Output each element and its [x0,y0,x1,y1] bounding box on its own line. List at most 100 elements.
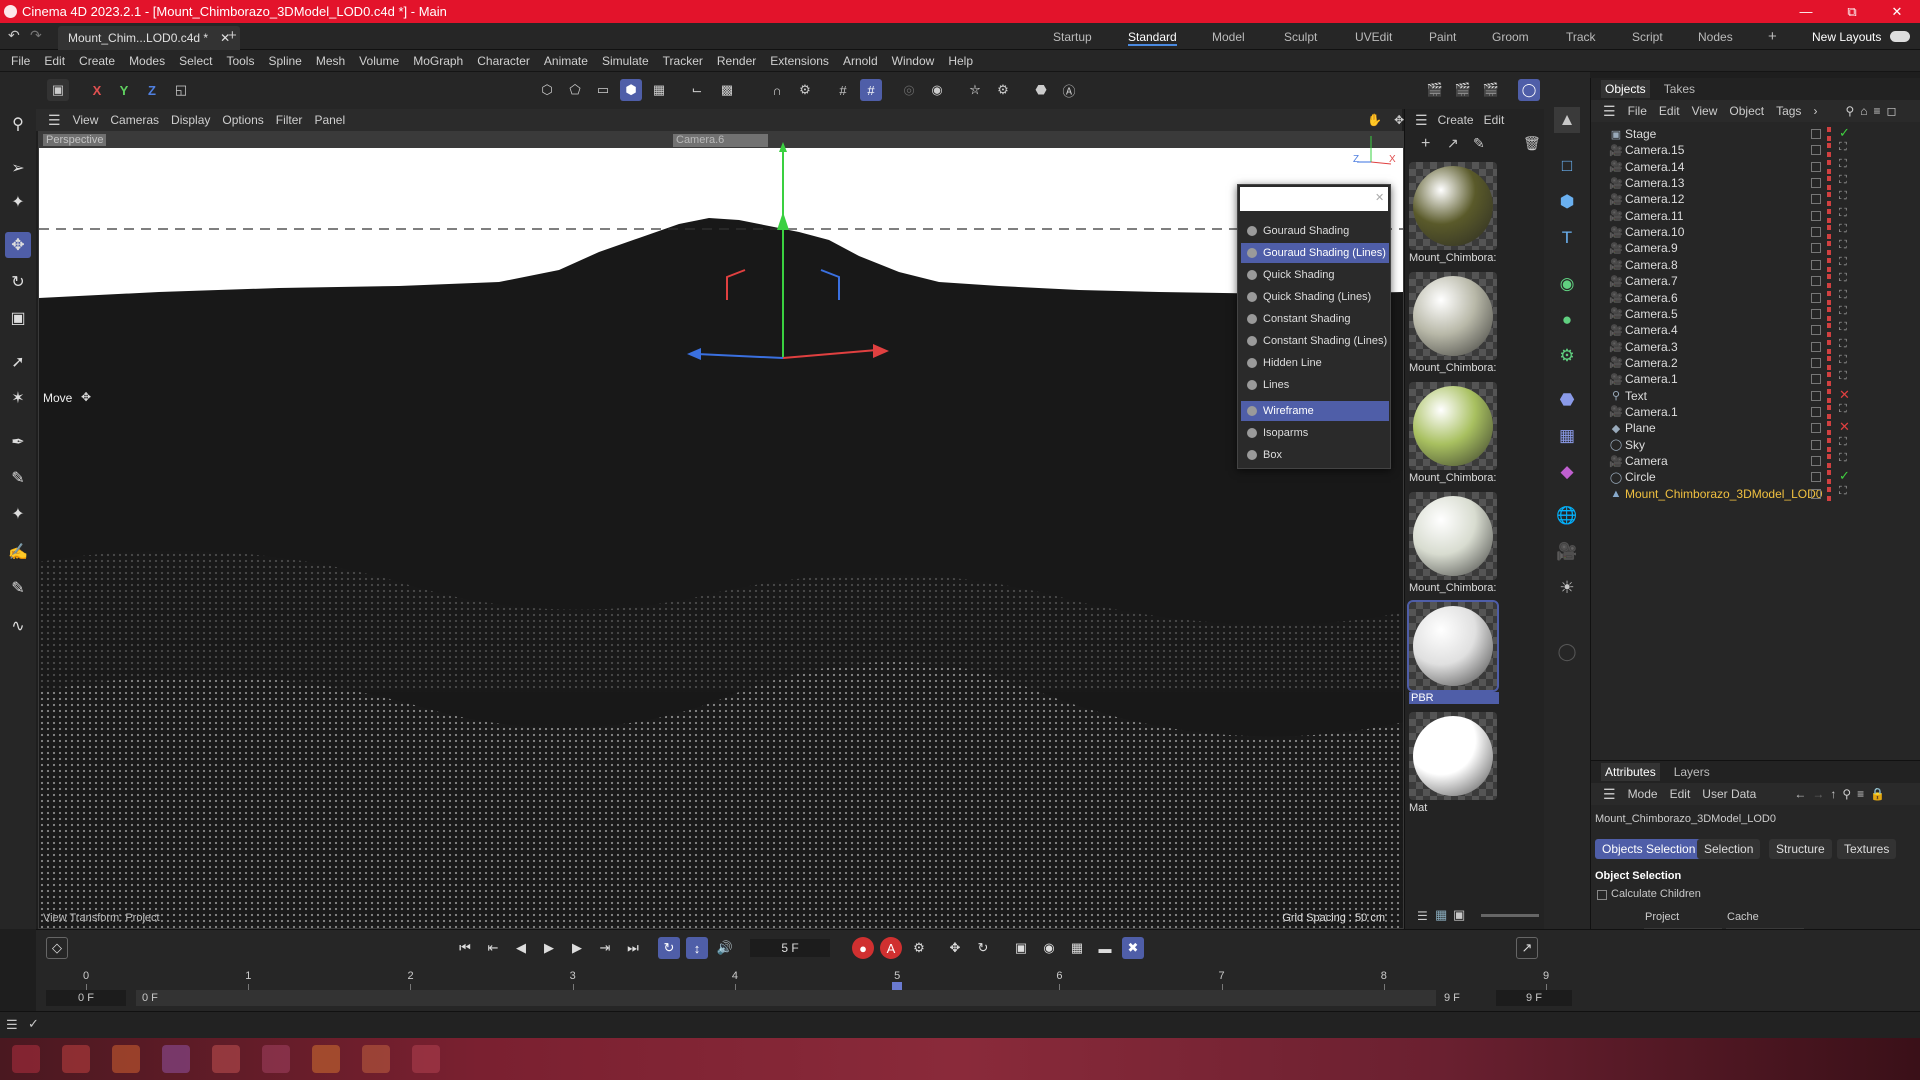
layout-standard[interactable]: Standard [1128,28,1177,46]
chevron-right-icon[interactable]: › [1813,104,1817,118]
menu-tools[interactable]: Tools [223,54,257,68]
visibility-dots[interactable] [1827,355,1831,370]
edit-render-settings-icon[interactable]: 🎬 [1480,79,1502,101]
layer-toggle[interactable] [1811,276,1821,287]
spline-tools-icon[interactable]: ✦ [5,501,31,527]
protection-tag-icon[interactable]: ⛶ [1839,338,1847,351]
viewport-pan-icon[interactable]: ✋ [1367,113,1382,127]
range-icon[interactable]: ↕ [686,937,708,959]
new-layouts-toggle[interactable] [1890,31,1910,42]
shading-quick[interactable]: Quick Shading [1241,265,1389,285]
shading-search-field[interactable] [1240,187,1388,211]
layer-toggle[interactable] [1811,129,1821,139]
visibility-dots[interactable] [1827,159,1831,174]
material-item[interactable]: Mat [1409,712,1499,814]
sound-icon[interactable]: 🔊 [714,937,736,959]
apply-material-icon[interactable]: ↗ [1447,135,1459,152]
attribute-filter-icon[interactable]: ≡ [1857,787,1864,801]
visibility-dots[interactable] [1827,388,1831,403]
layer-toggle[interactable] [1811,210,1821,221]
large-view-icon[interactable]: ▣ [1453,907,1465,923]
attribute-menu-mode[interactable]: Mode [1628,787,1658,801]
layer-toggle[interactable] [1811,161,1821,172]
material-menu-create[interactable]: Create [1438,113,1474,127]
taskbar-app-icon[interactable] [262,1045,290,1073]
cube-object-icon[interactable]: ⬢ [1554,189,1580,215]
layer-toggle[interactable] [1811,243,1821,254]
taskbar-app-icon[interactable] [162,1045,190,1073]
preview-size-slider[interactable] [1481,914,1539,917]
taskbar-app-icon[interactable] [212,1045,240,1073]
spline-smooth-icon[interactable]: ∿ [5,613,31,639]
live-selection-icon[interactable]: ➢ [5,155,31,181]
coordinate-system-icon[interactable]: ◱ [170,79,192,101]
render-view-icon[interactable]: ◎ [898,79,920,101]
disabled-x-icon[interactable]: ✕ [1839,419,1850,435]
edges-mode-icon[interactable]: ⬠ [564,79,586,101]
protection-tag-icon[interactable]: ⛶ [1839,256,1847,269]
next-frame-icon[interactable]: ▶ [566,937,588,959]
viewport-perspective[interactable]: Perspective Camera.6 Z X Move ✥ View Tra… [38,131,1404,929]
layer-toggle[interactable] [1811,341,1821,352]
protection-tag-icon[interactable]: ⛶ [1839,289,1847,302]
viewport-menu-panel[interactable]: Panel [314,113,345,127]
render-settings-icon[interactable]: ◉ [926,79,948,101]
list-view-icon[interactable]: ☰ [1417,909,1428,923]
visibility-dots[interactable] [1827,225,1831,240]
layer-toggle[interactable] [1811,325,1821,336]
protection-tag-icon[interactable]: ⛶ [1839,174,1847,187]
visibility-dots[interactable] [1827,192,1831,207]
layer-toggle[interactable] [1811,488,1821,499]
viewport-hamburger-icon[interactable]: ☰ [48,112,61,129]
enabled-check-icon[interactable]: ✓ [1839,468,1850,484]
taskbar-app-icon[interactable] [112,1045,140,1073]
object-search-icon[interactable]: ⚲ [1845,104,1854,118]
shading-gouraud-lines[interactable]: Gouraud Shading (Lines) [1241,243,1389,263]
light-object-icon[interactable]: ☀ [1554,575,1580,601]
shading-constant[interactable]: Constant Shading [1241,309,1389,329]
menu-render[interactable]: Render [714,54,759,68]
object-menu-edit[interactable]: Edit [1659,104,1680,118]
layer-toggle[interactable] [1811,308,1821,319]
layer-toggle[interactable] [1811,194,1821,205]
attribute-menu-userdata[interactable]: User Data [1702,787,1756,801]
layer-toggle[interactable] [1811,472,1821,483]
minimize-icon[interactable]: — [1783,0,1829,23]
layout-sculpt[interactable]: Sculpt [1284,28,1317,46]
null-object-icon[interactable]: □ [1554,153,1580,179]
up-arrow-icon[interactable]: ↑ [1830,787,1836,801]
protection-tag-icon[interactable]: ⛶ [1839,354,1847,367]
layer-toggle[interactable] [1811,390,1821,401]
visibility-dots[interactable] [1827,176,1831,191]
layout-paint[interactable]: Paint [1429,28,1456,46]
frame-ruler[interactable]: 0 1 2 3 4 5 6 7 8 9 [46,970,1566,996]
model-mode-icon[interactable]: ⬢ [620,79,642,101]
menu-spline[interactable]: Spline [265,54,304,68]
layer-toggle[interactable] [1811,406,1821,417]
key-pla-icon[interactable]: ▦ [1066,937,1088,959]
delete-material-icon[interactable]: 🗑 [1523,135,1541,152]
z-axis-toggle[interactable]: Z [141,79,163,101]
viewport-move-icon[interactable]: ✥ [1394,113,1404,127]
menu-animate[interactable]: Animate [541,54,591,68]
layer-toggle[interactable] [1811,456,1821,466]
protection-tag-icon[interactable]: ⛶ [1839,370,1847,383]
status-menu-icon[interactable]: ☰ [6,1017,18,1033]
grid-view-icon[interactable]: ▦ [1435,907,1447,923]
prev-frame-icon[interactable]: ◀ [510,937,532,959]
active-camera-label[interactable]: Camera.6 [673,134,768,147]
layer-toggle[interactable] [1811,374,1821,385]
menu-character[interactable]: Character [474,54,533,68]
layer-toggle[interactable] [1811,423,1821,434]
tab-objects[interactable]: Objects [1601,80,1650,98]
interpolation-icon[interactable]: ▬ [1094,937,1116,959]
text-object-icon[interactable]: T [1554,225,1580,251]
visibility-dots[interactable] [1827,339,1831,354]
protection-tag-icon[interactable]: ⛶ [1839,305,1847,318]
material-menu-edit[interactable]: Edit [1484,113,1505,127]
material-item[interactable]: Mount_Chimbora: [1409,492,1499,594]
visibility-dots[interactable] [1827,372,1831,387]
search-icon[interactable]: ⚲ [5,111,31,137]
object-manager-icon[interactable]: ▣ [47,79,69,101]
placement-tool-icon[interactable]: ✶ [5,385,31,411]
